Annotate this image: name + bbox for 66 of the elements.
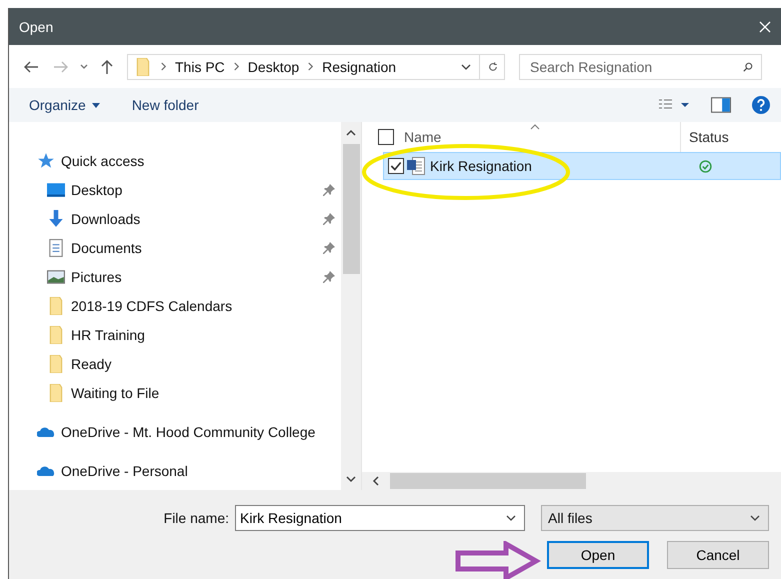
sidebar-item[interactable]: Downloads [9,204,341,233]
caret-icon [92,102,100,108]
sort-caret-icon [530,124,540,130]
breadcrumb[interactable]: Resignation [322,58,396,74]
picture-icon [47,268,65,286]
scroll-up-icon[interactable] [346,129,356,137]
up-arrow-icon[interactable] [99,58,115,74]
sidebar-item[interactable]: Desktop [9,175,341,204]
checkmark-icon [389,159,403,173]
chevron-down-icon[interactable] [79,62,89,72]
desktop-icon [47,180,65,198]
column-header[interactable]: Name [404,129,670,145]
sidebar-item[interactable]: Pictures [9,262,341,291]
chevron-down-icon[interactable] [750,513,760,523]
file-name: Kirk Resignation [430,158,533,174]
file-name-field[interactable]: Kirk Resignation [235,505,525,531]
new-folder-button[interactable]: New folder [126,93,205,117]
pin-icon[interactable] [323,242,335,254]
dialog-button[interactable]: Open [547,541,649,569]
file-name-label: File name: [164,510,229,526]
sidebar-item[interactable]: 2018-19 CDFS Calendars [9,291,341,320]
file-type-dropdown[interactable]: All files [541,505,769,531]
folder-icon [47,354,65,372]
back-arrow-icon[interactable] [23,58,39,74]
pin-icon[interactable] [323,270,335,282]
sidebar-item[interactable]: Waiting to File [9,378,341,407]
document-icon [47,238,65,256]
dialog-button[interactable]: Cancel [667,541,769,569]
folder-icon [47,384,65,402]
chevron-right-icon [307,62,314,71]
sidebar-item[interactable]: OneDrive - Mt. Hood Community College [9,417,341,446]
folder-icon [134,58,152,76]
address-bar[interactable]: This PC Desktop Resignation [127,54,505,80]
chevron-down-icon[interactable] [461,62,471,72]
refresh-icon[interactable] [488,62,498,72]
search-field[interactable]: Search Resignation [519,54,762,80]
pin-icon[interactable] [323,212,335,224]
close-icon[interactable] [759,20,771,32]
star-icon [37,152,55,170]
sidebar-item[interactable]: Documents [9,233,341,262]
sidebar-item[interactable]: Quick access [9,146,341,175]
search-icon [743,62,753,72]
file-row[interactable]: Kirk Resignation [383,152,781,180]
word-document-icon [407,157,425,175]
chevron-right-icon [232,62,240,71]
scroll-down-icon[interactable] [346,475,356,483]
breadcrumb[interactable]: This PC [175,58,225,74]
sidebar-item[interactable]: OneDrive - Personal [9,456,341,485]
folder-icon [47,296,65,314]
select-all-checkbox[interactable] [378,129,394,145]
sidebar-item[interactable]: HR Training [9,320,341,349]
breadcrumb[interactable]: Desktop [248,58,300,74]
scroll-left-icon[interactable] [372,476,380,486]
help-icon[interactable] [751,96,771,114]
download-arrow-icon [47,210,65,228]
pin-icon[interactable] [323,184,335,196]
sidebar-item[interactable]: Ready [9,349,341,378]
organize-menu[interactable]: Organize [23,93,106,117]
window-title: Open [19,18,54,34]
preview-pane-icon[interactable] [711,96,731,114]
chevron-down-icon[interactable] [506,513,516,523]
checkbox[interactable] [388,158,404,174]
scrollbar-thumb[interactable] [342,144,360,274]
chevron-right-icon [160,62,167,71]
folder-icon [47,326,65,344]
scrollbar-thumb[interactable] [390,473,586,489]
